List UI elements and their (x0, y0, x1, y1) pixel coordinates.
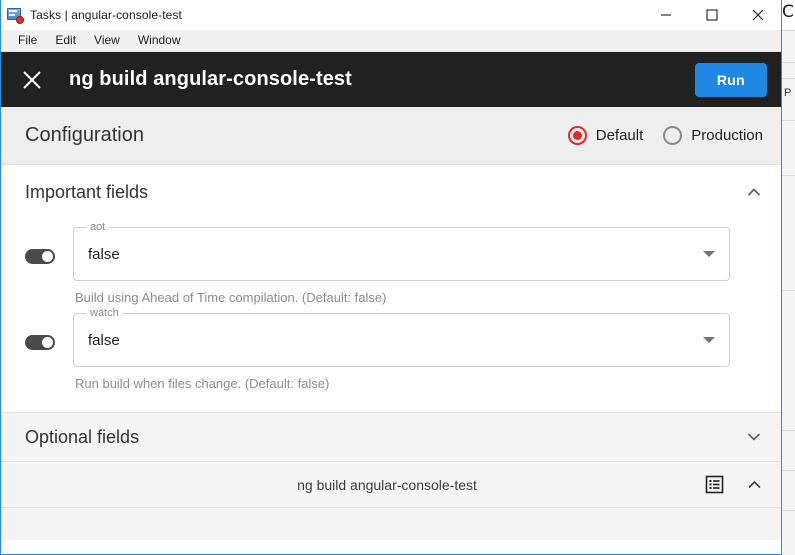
field-row-watch: watch false Run build when files change.… (1, 305, 781, 391)
section-title-optional-fields: Optional fields (25, 426, 140, 447)
configuration-title: Configuration (25, 124, 144, 146)
task-title: ng build angular-console-test (69, 68, 352, 90)
bg-divider (781, 470, 795, 471)
run-button[interactable]: Run (694, 62, 767, 97)
minimize-icon[interactable] (643, 0, 689, 30)
window-title: Tasks | angular-console-test (30, 7, 182, 22)
field-helper-aot: Build using Ahead of Time compilation. (… (75, 290, 387, 305)
panel-body: Important fields aot false Build using A… (1, 165, 781, 540)
background-window[interactable]: C P (780, 0, 795, 555)
bg-divider (781, 62, 795, 63)
section-header-optional-fields[interactable]: Optional fields (1, 412, 781, 462)
chevron-up-icon[interactable] (745, 183, 763, 201)
dropdown-arrow-icon[interactable] (703, 337, 715, 343)
close-icon[interactable] (19, 67, 45, 93)
menu-bar: File Edit View Window (1, 30, 781, 52)
window-controls (643, 0, 781, 30)
section-title-important-fields: Important fields (25, 181, 149, 202)
radio-icon-production (663, 126, 683, 145)
radio-label-default: Default (595, 127, 644, 144)
terminal-output-icon[interactable] (705, 475, 724, 494)
menu-item-file[interactable]: File (9, 31, 46, 50)
field-value-watch: false (88, 331, 120, 349)
radio-icon-default (567, 126, 587, 145)
bottom-strip (1, 508, 781, 540)
configuration-bar: Configuration Default Production (1, 107, 781, 165)
bg-divider (781, 30, 795, 31)
bg-divider (781, 430, 795, 431)
field-label-watch: watch (86, 307, 123, 320)
menu-item-edit[interactable]: Edit (46, 31, 85, 50)
field-value-aot: false (88, 245, 120, 263)
field-row-aot: aot false Build using Ahead of Time comp… (1, 219, 781, 305)
field-helper-watch: Run build when files change. (Default: f… (75, 376, 330, 391)
select-aot[interactable]: aot false (73, 221, 730, 281)
task-header: ng build angular-console-test Run (1, 52, 781, 107)
field-label-aot: aot (86, 221, 110, 234)
toggle-aot[interactable] (25, 249, 55, 264)
bg-window-letter: P (784, 87, 792, 99)
configuration-radio-group: Default Production (567, 126, 763, 145)
chevron-down-icon[interactable] (745, 428, 763, 446)
select-watch[interactable]: watch false (73, 307, 730, 367)
command-bar-actions (705, 475, 763, 494)
bg-divider (781, 290, 795, 291)
main-window: Tasks | angular-console-test File Edit V… (0, 0, 782, 555)
radio-option-production[interactable]: Production (663, 126, 763, 145)
radio-option-default[interactable]: Default (567, 126, 644, 145)
field-column-aot: aot false Build using Ahead of Time comp… (73, 221, 781, 305)
bg-window-glyph: C (782, 2, 794, 22)
dropdown-arrow-icon[interactable] (703, 251, 715, 257)
menu-item-view[interactable]: View (85, 31, 129, 50)
command-bar[interactable]: ng build angular-console-test (1, 462, 781, 508)
section-header-important-fields[interactable]: Important fields (1, 165, 781, 219)
command-text: ng build angular-console-test (297, 476, 477, 493)
bg-divider (781, 510, 795, 511)
title-bar: Tasks | angular-console-test (1, 0, 781, 30)
bg-divider (781, 78, 795, 79)
tasks-app-icon (7, 7, 24, 24)
field-column-watch: watch false Run build when files change.… (73, 307, 781, 391)
chevron-up-icon[interactable] (746, 476, 763, 493)
maximize-icon[interactable] (689, 0, 735, 30)
toggle-watch[interactable] (25, 335, 55, 350)
bg-divider (781, 175, 795, 176)
bg-divider (781, 120, 795, 121)
menu-item-window[interactable]: Window (129, 31, 190, 50)
radio-label-production: Production (691, 127, 763, 144)
close-icon[interactable] (735, 0, 781, 30)
